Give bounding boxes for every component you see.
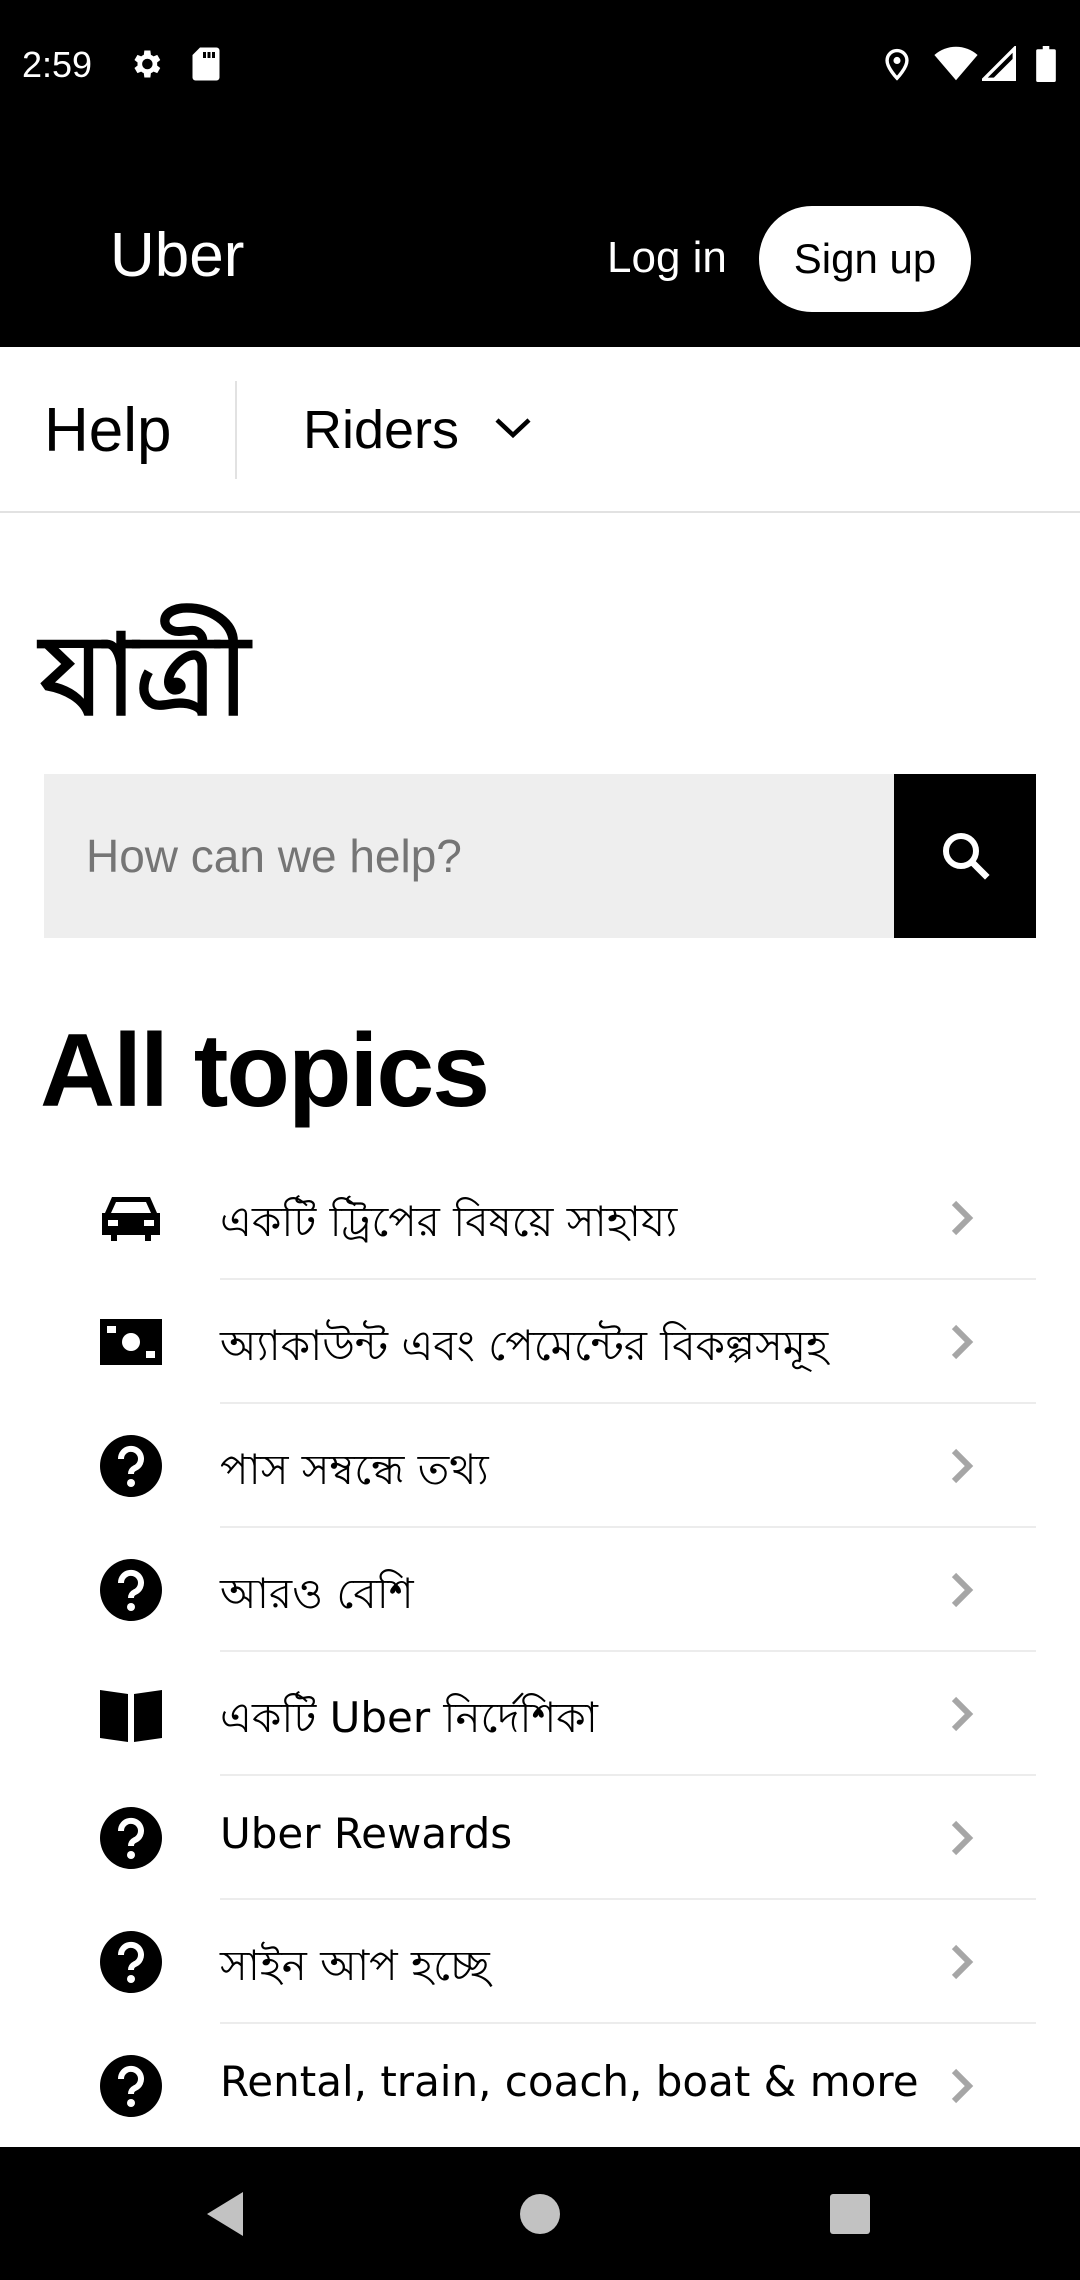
search-button[interactable] xyxy=(894,774,1036,938)
search-icon xyxy=(938,828,992,885)
chevron-right-icon xyxy=(946,1446,976,1486)
search-input[interactable] xyxy=(44,774,894,938)
topic-label: অ্যাকাউন্ট এবং পেমেন্টের বিকল্পসমূহ xyxy=(220,1321,829,1370)
status-time: 2:59 xyxy=(22,44,93,85)
all-topics-heading: All topics xyxy=(40,1013,490,1129)
cash-icon xyxy=(100,1311,162,1373)
help-subnav: Help Riders xyxy=(0,347,1080,513)
back-icon[interactable] xyxy=(155,2147,295,2280)
chevron-right-icon xyxy=(946,1570,976,1610)
riders-dropdown[interactable]: Riders xyxy=(303,399,533,461)
battery-icon xyxy=(1035,46,1057,87)
riders-label: Riders xyxy=(303,400,460,460)
topics-list: একটি ট্রিপের বিষয়ে সাহায্য অ্যাকাউন্ট এ… xyxy=(0,1156,1080,2148)
chevron-right-icon xyxy=(946,1818,976,1858)
top-header: Uber Log in Sign up xyxy=(0,135,1080,347)
topic-label: পাস সম্বন্ধে তথ্য xyxy=(220,1445,489,1494)
sign-up-button[interactable]: Sign up xyxy=(759,206,971,312)
topic-item[interactable]: আরও বেশি xyxy=(0,1528,1080,1652)
chevron-right-icon xyxy=(946,2066,976,2106)
topic-label: Rental, train, coach, boat & more xyxy=(220,2057,919,2106)
log-in-button[interactable]: Log in xyxy=(607,233,727,283)
help-circle-icon xyxy=(100,1559,162,1621)
help-circle-icon xyxy=(100,1435,162,1497)
uber-logo[interactable]: Uber xyxy=(110,220,244,291)
topic-item[interactable]: Uber Rewards xyxy=(0,1776,1080,1900)
help-circle-icon xyxy=(100,1807,162,1869)
chevron-right-icon xyxy=(946,1198,976,1238)
recents-icon[interactable] xyxy=(780,2147,920,2280)
system-nav-bar xyxy=(0,2147,1080,2280)
topic-item[interactable]: একটি ট্রিপের বিষয়ে সাহায্য xyxy=(0,1156,1080,1280)
status-bar: 2:59 xyxy=(0,0,1080,135)
topic-item[interactable]: সাইন আপ হচ্ছে xyxy=(0,1900,1080,2024)
location-icon xyxy=(880,46,914,87)
settings-icon xyxy=(128,46,164,87)
topic-label: একটি ট্রিপের বিষয়ে সাহায্য xyxy=(220,1197,678,1246)
help-circle-icon xyxy=(100,2055,162,2117)
car-icon xyxy=(100,1187,162,1249)
topic-label: একটি Uber নির্দেশিকা xyxy=(220,1693,598,1742)
chevron-down-icon xyxy=(493,416,533,445)
home-icon[interactable] xyxy=(470,2147,610,2280)
wifi-icon xyxy=(934,46,978,87)
topic-label: Uber Rewards xyxy=(220,1809,513,1858)
chevron-right-icon xyxy=(946,1942,976,1982)
chevron-right-icon xyxy=(946,1322,976,1362)
topic-label: আরও বেশি xyxy=(220,1569,414,1618)
book-icon xyxy=(100,1683,162,1745)
chevron-right-icon xyxy=(946,1694,976,1734)
sd-card-icon xyxy=(190,46,222,87)
help-circle-icon xyxy=(100,1931,162,1993)
topic-item[interactable]: একটি Uber নির্দেশিকা xyxy=(0,1652,1080,1776)
topic-item[interactable]: পাস সম্বন্ধে তথ্য xyxy=(0,1404,1080,1528)
topic-label: সাইন আপ হচ্ছে xyxy=(220,1941,490,1990)
topic-item[interactable]: Rental, train, coach, boat & more xyxy=(0,2024,1080,2148)
cell-signal-icon xyxy=(979,44,1016,87)
page-title: যাত্রী xyxy=(40,611,249,741)
subnav-divider xyxy=(235,381,237,479)
topic-item[interactable]: অ্যাকাউন্ট এবং পেমেন্টের বিকল্পসমূহ xyxy=(0,1280,1080,1404)
help-link[interactable]: Help xyxy=(44,395,172,466)
